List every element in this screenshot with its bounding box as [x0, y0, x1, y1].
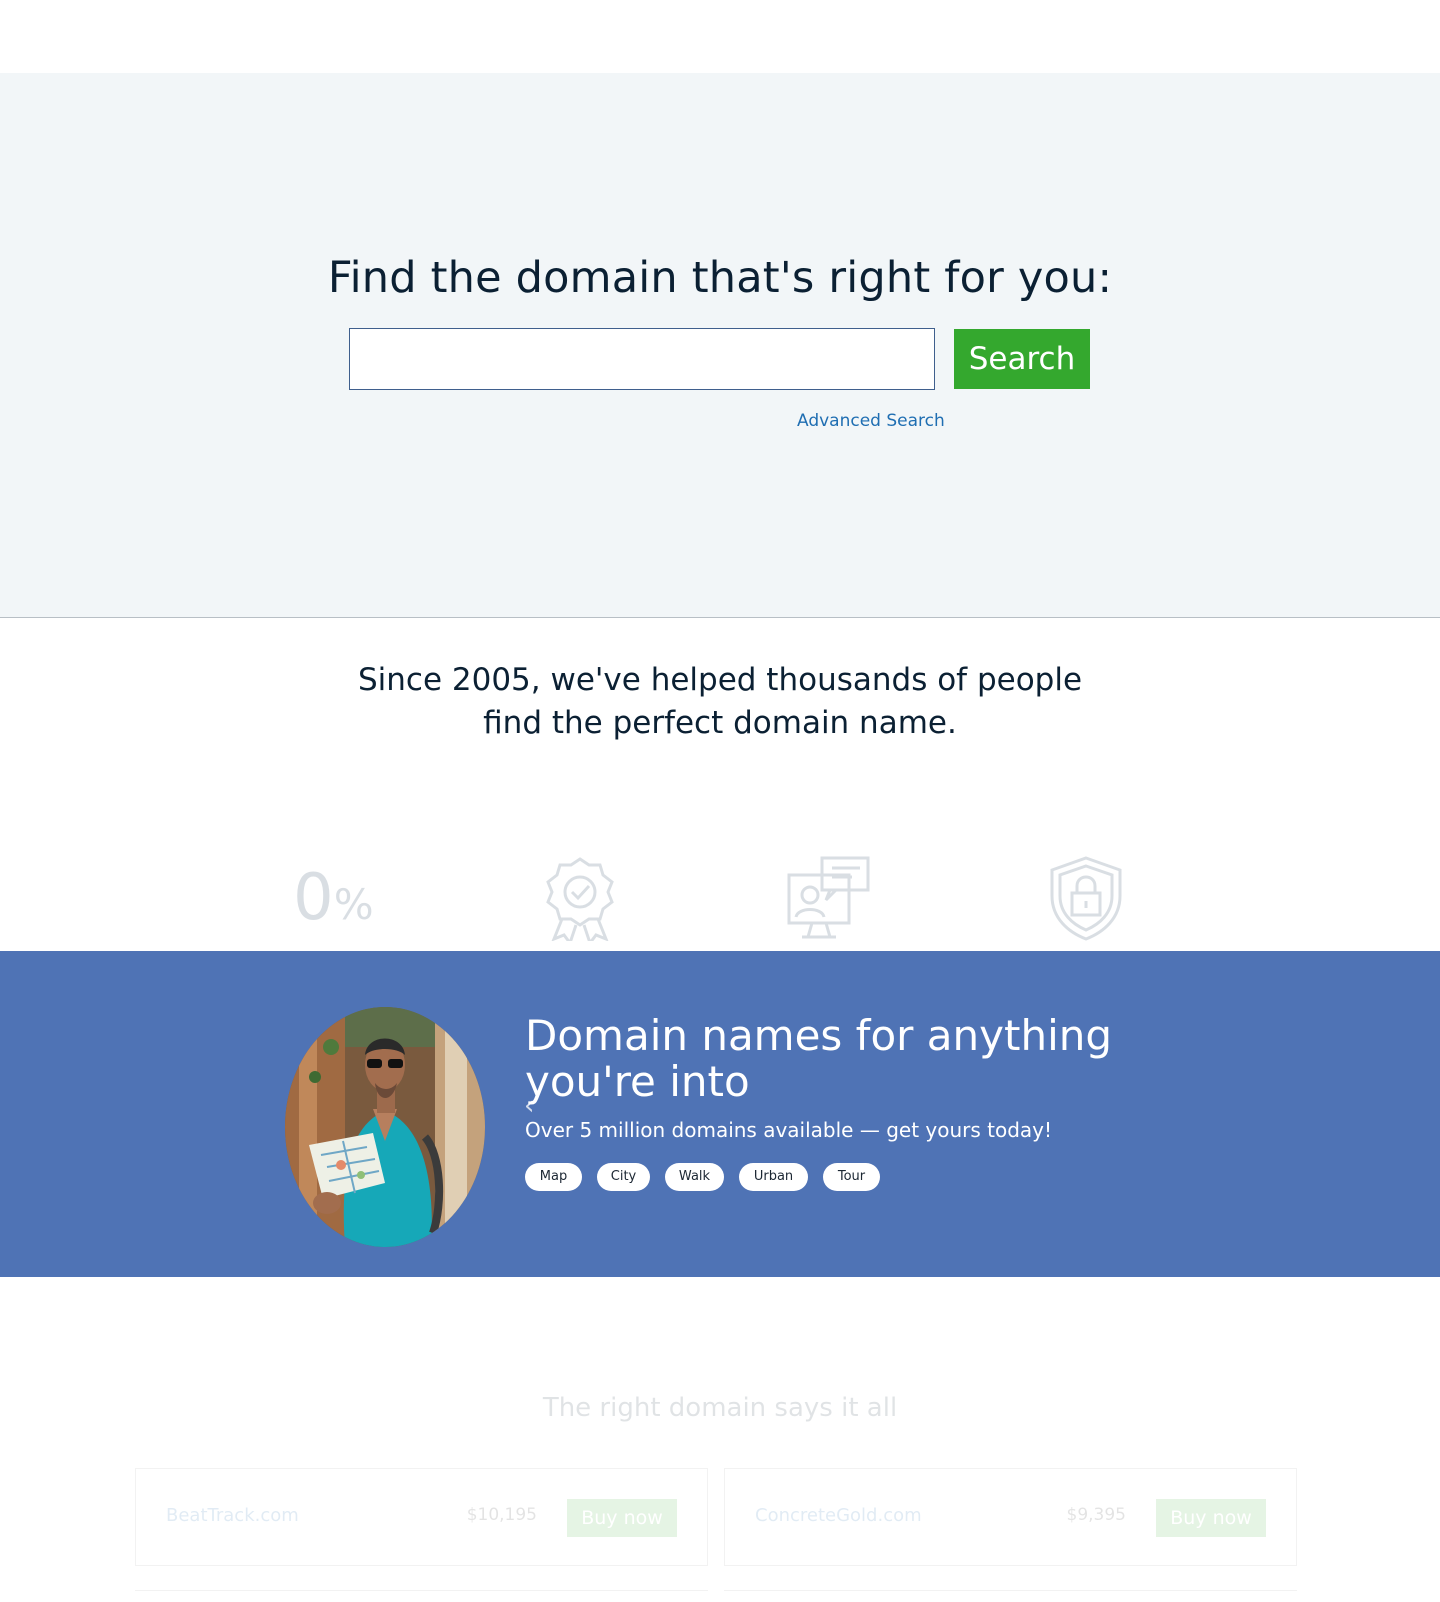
- percent-sign: %: [333, 880, 374, 929]
- features-row: 0%: [0, 855, 1440, 951]
- tag-urban[interactable]: Urban: [739, 1163, 808, 1191]
- hero-section: Find the domain that's right for you: Se…: [0, 73, 1440, 618]
- traveler-photo: [285, 1007, 485, 1247]
- tag-map[interactable]: Map: [525, 1163, 582, 1191]
- domain-name[interactable]: ConcreteGold.com: [755, 1505, 922, 1526]
- domain-price: $9,395: [1066, 1505, 1126, 1525]
- domain-price: $10,195: [466, 1505, 537, 1525]
- domain-listing-card[interactable]: ConcreteGold.com $9,395 Buy now: [724, 1468, 1297, 1566]
- tag-city[interactable]: City: [597, 1163, 650, 1191]
- promo-banner: Domain names for anything you're into ‹ …: [0, 951, 1440, 1277]
- security-shield-lock-icon: [1048, 855, 1124, 945]
- domain-search-input[interactable]: [349, 328, 935, 390]
- banner-subtitle: Over 5 million domains available — get y…: [525, 1118, 1053, 1142]
- search-button[interactable]: Search: [954, 329, 1090, 389]
- computer-support-icon: [786, 855, 872, 945]
- listing-card-next-row: [135, 1590, 708, 1602]
- advanced-search-link[interactable]: Advanced Search: [797, 411, 945, 431]
- buy-now-button[interactable]: Buy now: [567, 1499, 677, 1537]
- domain-name[interactable]: BeatTrack.com: [166, 1505, 299, 1526]
- award-ribbon-icon: [540, 855, 620, 947]
- zero-digit: 0: [293, 861, 334, 935]
- intro-line-2: find the perfect domain name.: [483, 705, 957, 741]
- listings-heading: The right domain says it all: [542, 1393, 898, 1423]
- tag-list: Map City Walk Urban Tour: [525, 1163, 880, 1191]
- zero-percent-icon: 0%: [293, 855, 374, 948]
- tag-walk[interactable]: Walk: [665, 1163, 724, 1191]
- buy-now-button[interactable]: Buy now: [1156, 1499, 1266, 1537]
- listing-card-next-row: [724, 1590, 1297, 1602]
- banner-title: Domain names for anything you're into: [525, 1011, 1113, 1106]
- top-bar: [0, 0, 1440, 73]
- hero-title: Find the domain that's right for you:: [327, 253, 1113, 303]
- domain-listing-card[interactable]: BeatTrack.com $10,195 Buy now: [135, 1468, 708, 1566]
- intro-text: Since 2005, we've helped thousands of pe…: [0, 659, 1440, 745]
- carousel-prev-icon[interactable]: ‹: [524, 1093, 534, 1119]
- intro-line-1: Since 2005, we've helped thousands of pe…: [357, 662, 1083, 698]
- tag-tour[interactable]: Tour: [823, 1163, 880, 1191]
